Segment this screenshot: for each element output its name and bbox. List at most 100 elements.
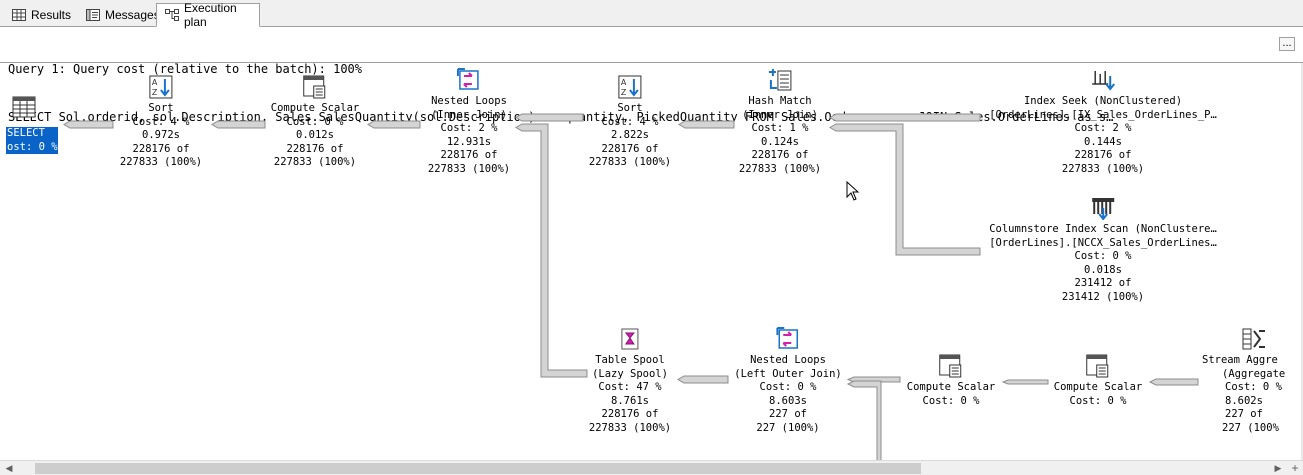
scroll-right-icon[interactable]: ▶ — [1271, 461, 1285, 475]
plan-node-nested-loops[interactable]: Nested Loops (Left Outer Join) Cost: 0 %… — [734, 327, 842, 435]
plan-node-select[interactable]: SELECT ost: 0 % — [6, 95, 58, 154]
scroll-left-icon[interactable]: ◀ — [2, 461, 16, 475]
node-line: [OrderLines].[IX_Sales_OrderLines_P… — [989, 108, 1217, 121]
nested-loops-icon — [776, 327, 798, 349]
node-line: 231412 of — [1074, 277, 1132, 289]
select-icon — [12, 96, 36, 118]
node-line: 228176 of — [601, 142, 659, 155]
compute-scalar-icon — [939, 354, 962, 378]
plan-node-sort[interactable]: A Z Sort Cost: 4 % 2.822s 228176 of 2278… — [589, 75, 671, 170]
node-line: 0.018s — [1084, 263, 1122, 276]
node-line: 227 of — [1225, 408, 1263, 420]
tab-messages[interactable]: Messages — [78, 3, 160, 26]
arrow-compute3-to-compute2 — [1001, 379, 1049, 385]
plan-node-hash-match[interactable]: Hash Match (Inner Join) Cost: 1 % 0.124s… — [739, 68, 821, 176]
plan-node-compute-scalar[interactable]: Compute Scalar Cost: 0 % — [906, 354, 996, 408]
node-line: 227833 (100%) — [588, 421, 672, 434]
svg-text:Z: Z — [152, 88, 158, 97]
execution-plan-canvas[interactable]: SELECT ost: 0 % A Z Sort Cost: 4 % 0.972… — [0, 63, 1303, 460]
arrow-stream-to-compute3 — [1148, 378, 1199, 386]
node-line: 228176 of — [1074, 149, 1132, 161]
node-line: 228176 of — [751, 149, 809, 161]
node-line: 8.761s — [611, 394, 649, 407]
node-line: Cost: 47 % — [598, 381, 662, 393]
horizontal-scroll-thumb[interactable] — [35, 463, 921, 474]
node-line: 8.602s — [1225, 394, 1263, 407]
zoom-plus-icon[interactable]: + — [1288, 461, 1302, 475]
results-tab-bar: Results Messages Execution plan — [0, 0, 1303, 29]
plan-node-stream-aggregate[interactable]: Stream Aggre (Aggregate Cost: 0 % 8.602s… — [1202, 327, 1285, 435]
node-line: Compute Scalar — [1053, 381, 1143, 393]
compute-scalar-icon — [1086, 354, 1109, 378]
nested-loops-icon — [457, 68, 479, 90]
node-line: 12.931s — [446, 135, 492, 148]
node-line: 228176 of — [286, 142, 344, 155]
stream-aggregate-icon — [1242, 328, 1265, 350]
hash-match-icon — [769, 69, 792, 91]
plan-node-sort[interactable]: A Z Sort Cost: 4 % 0.972s 228176 of 2278… — [120, 75, 202, 170]
node-line: 0.012s — [296, 129, 334, 141]
node-line: 231412 (100%) — [1061, 290, 1145, 303]
node-line: 2.822s — [611, 129, 649, 141]
node-line: Cost: 0 % — [1069, 394, 1127, 407]
node-line: 0.972s — [142, 129, 180, 141]
tab-label: Messages — [105, 7, 160, 22]
node-line: (Inner Join) — [742, 108, 818, 121]
node-line: Cost: 0 % — [922, 394, 980, 407]
node-line: [OrderLines].[NCCX_Sales_OrderLines… — [989, 236, 1217, 249]
node-line: Cost: 0 % — [759, 381, 817, 393]
svg-text:A: A — [621, 78, 627, 87]
sort-icon: A Z — [618, 75, 642, 99]
columnstore-scan-icon — [1091, 198, 1114, 220]
node-line: Compute Scalar — [906, 381, 996, 393]
node-line: Columnstore Index Scan (NonClustere… — [989, 223, 1217, 235]
node-line: Cost: 0 % — [1074, 250, 1132, 262]
select-label: SELECT — [6, 127, 58, 141]
plan-node-compute-scalar[interactable]: Compute Scalar Cost: 0 % — [1053, 354, 1143, 408]
tab-label: Results — [31, 7, 72, 22]
plan-node-table-spool[interactable]: Table Spool (Lazy Spool) Cost: 47 % 8.76… — [589, 327, 671, 435]
node-line: 227 (100%) — [756, 421, 820, 434]
arrow-sort-to-select — [63, 120, 114, 129]
node-line: Hash Match — [748, 95, 812, 107]
node-line: Cost: 0 % — [1225, 381, 1282, 393]
node-line: 0.144s — [1084, 135, 1122, 148]
node-line: 227 of — [769, 408, 807, 420]
node-line: Nested Loops — [431, 95, 507, 107]
plan-node-index-seek[interactable]: Index Seek (NonClustered) [OrderLines].[… — [989, 68, 1217, 176]
node-line: Compute Scalar — [270, 102, 360, 114]
tab-execution-plan[interactable]: Execution plan — [156, 1, 260, 29]
arrow-nested2-to-spool — [677, 375, 729, 384]
node-line: (Aggregate — [1222, 367, 1286, 380]
sort-icon: A Z — [149, 75, 173, 99]
horizontal-scrollbar[interactable]: ◀ ▶ + — [0, 460, 1303, 475]
node-line: (Inner Join) — [431, 108, 507, 121]
plan-node-nested-loops[interactable]: Nested Loops (Inner Join) Cost: 2 % 12.9… — [428, 68, 510, 176]
node-line: Cost: 2 % — [1074, 122, 1132, 134]
select-cost: ost: 0 % — [6, 140, 58, 154]
show-query-button[interactable]: ... — [1279, 37, 1295, 51]
node-line: Sort — [148, 102, 174, 114]
tab-results[interactable]: Results — [4, 3, 76, 26]
arrow-nested-to-compute — [367, 120, 421, 129]
node-line: 227833 (100%) — [273, 156, 357, 168]
node-line: Cost: 2 % — [440, 122, 498, 134]
grid-icon — [12, 8, 26, 21]
node-line: Cost: 4 % — [601, 115, 659, 128]
node-line: Nested Loops — [750, 354, 826, 366]
arrow-hash-to-sort2 — [678, 120, 735, 129]
plan-node-columnstore-scan[interactable]: Columnstore Index Scan (NonClustere… [Or… — [989, 196, 1217, 304]
arrow-spool-to-nested — [515, 123, 588, 378]
mouse-cursor-icon — [846, 181, 860, 201]
execution-plan-icon — [165, 9, 179, 21]
node-line: 228176 of — [601, 408, 659, 420]
node-line: Sort — [617, 102, 643, 114]
node-line: 8.603s — [769, 394, 807, 407]
node-line: Cost: 0 % — [286, 115, 344, 128]
plan-node-compute-scalar[interactable]: Compute Scalar Cost: 0 % 0.012s 228176 o… — [270, 75, 360, 170]
node-line: 227833 (100%) — [1061, 162, 1145, 175]
node-line: 227833 (100%) — [119, 156, 203, 168]
arrow-sort2-to-nested — [515, 113, 584, 122]
svg-text:A: A — [152, 78, 158, 87]
messages-icon — [86, 8, 100, 21]
